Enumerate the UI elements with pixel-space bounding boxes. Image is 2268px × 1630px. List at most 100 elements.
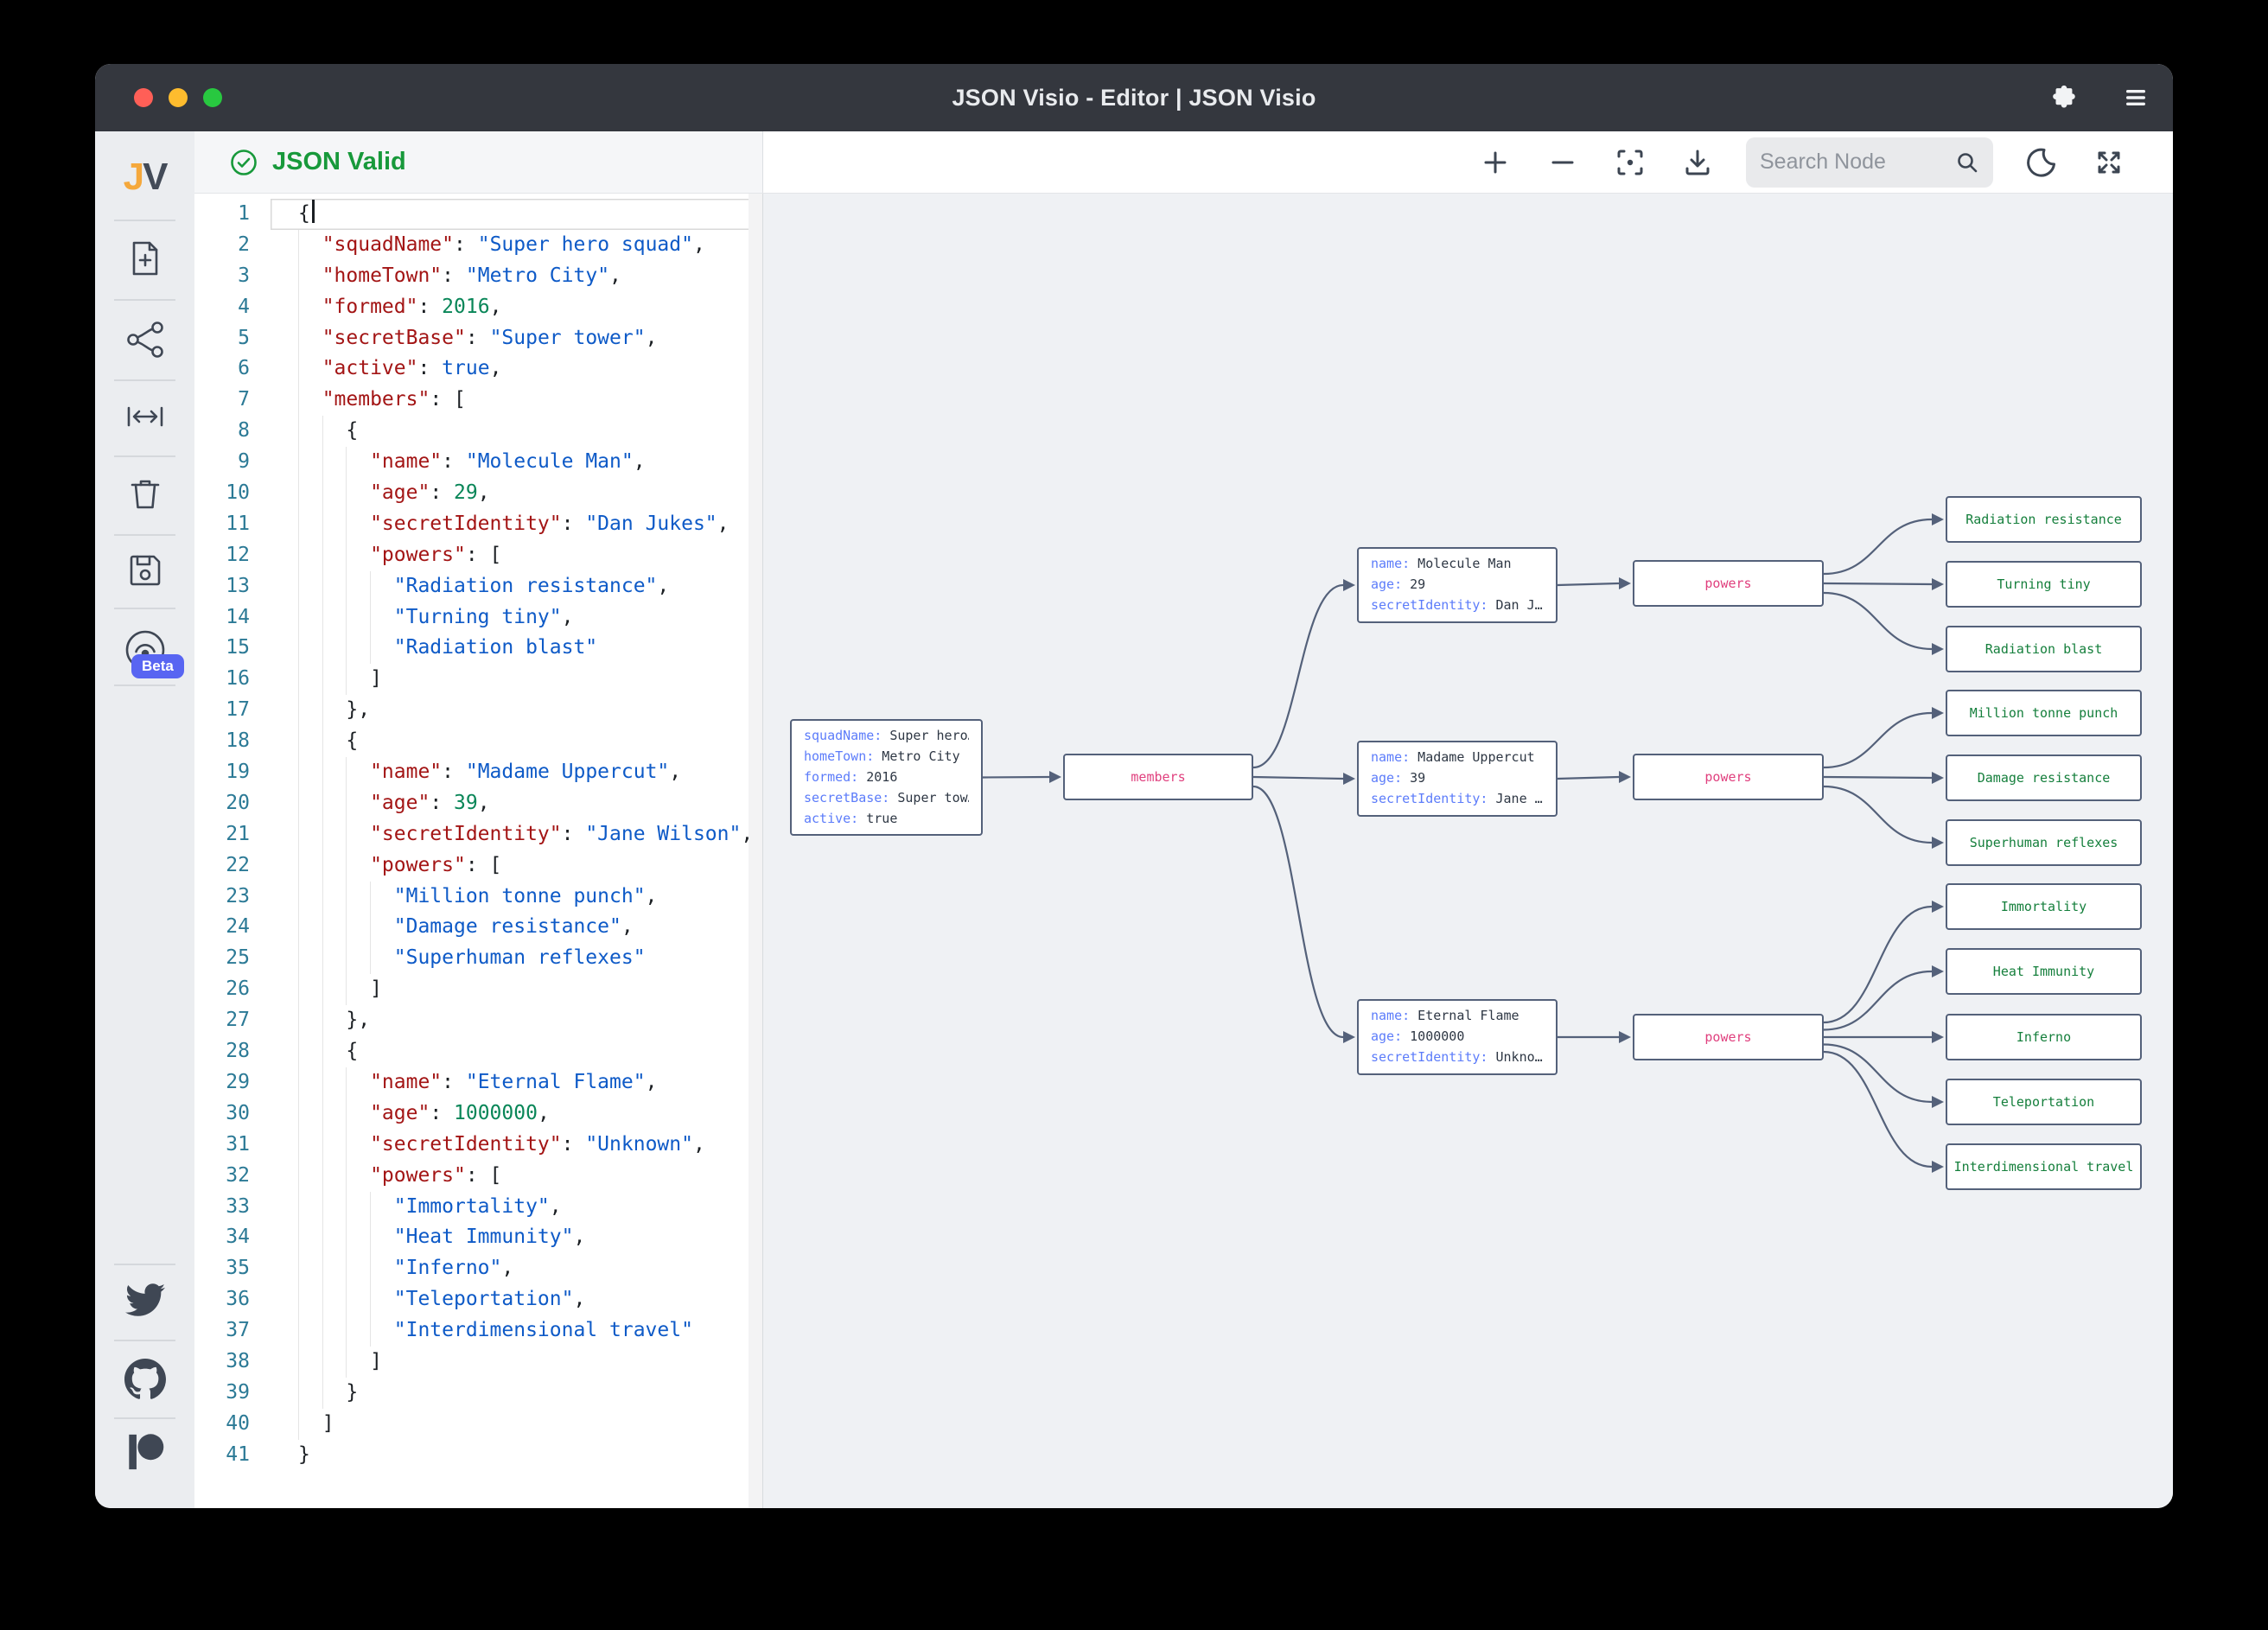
code-line[interactable]: 16] [194, 664, 762, 695]
code-line-text: "powers": [ [271, 540, 762, 571]
code-line[interactable]: 11"secretIdentity": "Dan Jukes", [194, 509, 762, 540]
code-line[interactable]: 17}, [194, 695, 762, 726]
code-line-text: ] [271, 1347, 762, 1378]
code-lines: 1{2"squadName": "Super hero squad",3"hom… [194, 199, 762, 1471]
code-line[interactable]: 36"Teleportation", [194, 1284, 762, 1315]
graph-node-l2[interactable]: Turning tiny [1946, 561, 2142, 608]
fit-width-button[interactable] [95, 398, 194, 436]
code-line[interactable]: 40] [194, 1409, 762, 1440]
beta-badge: Beta [131, 654, 184, 678]
graph-canvas[interactable]: squadName: Super hero…homeTown: Metro Ci… [763, 194, 2173, 1508]
twitter-link[interactable] [95, 1279, 194, 1321]
editor-scrollbar[interactable] [749, 194, 762, 1508]
line-number: 27 [194, 1005, 271, 1036]
code-line[interactable]: 20"age": 39, [194, 788, 762, 819]
zoom-out-button[interactable] [1544, 143, 1582, 181]
new-document-button[interactable] [95, 235, 194, 282]
code-line[interactable]: 9"name": "Molecule Man", [194, 447, 762, 478]
code-line[interactable]: 14"Turning tiny", [194, 602, 762, 634]
code-line[interactable]: 4"formed": 2016, [194, 292, 762, 323]
code-line[interactable]: 24"Damage resistance", [194, 912, 762, 943]
code-line[interactable]: 6"active": true, [194, 353, 762, 385]
graph-node-members[interactable]: members [1063, 754, 1253, 800]
code-line[interactable]: 39} [194, 1378, 762, 1409]
code-line[interactable]: 12"powers": [ [194, 540, 762, 571]
fullscreen-button[interactable] [2090, 143, 2128, 181]
graph-node-p3[interactable]: powers [1633, 1014, 1824, 1060]
json-editor[interactable]: 1{2"squadName": "Super hero squad",3"hom… [194, 194, 763, 1508]
graph-node-l5[interactable]: Damage resistance [1946, 755, 2142, 801]
code-line[interactable]: 26] [194, 974, 762, 1005]
download-button[interactable] [1679, 143, 1717, 181]
code-line-text: "secretIdentity": "Dan Jukes", [271, 509, 762, 540]
graph-node-m1[interactable]: name: Molecule Manage: 29secretIdentity:… [1357, 547, 1558, 623]
search-node-input[interactable] [1760, 150, 1955, 175]
line-number: 24 [194, 912, 271, 943]
code-line[interactable]: 19"name": "Madame Uppercut", [194, 757, 762, 788]
code-line[interactable]: 29"name": "Eternal Flame", [194, 1067, 762, 1098]
graph-view-button[interactable] [95, 316, 194, 363]
toolbar: JSON Valid [194, 131, 2173, 194]
code-line[interactable]: 35"Inferno", [194, 1253, 762, 1284]
app-logo[interactable]: JV [95, 156, 194, 199]
code-line[interactable]: 38] [194, 1347, 762, 1378]
code-line-text: "Heat Immunity", [271, 1222, 762, 1253]
graph-node-l3[interactable]: Radiation blast [1946, 626, 2142, 672]
code-line[interactable]: 1{ [194, 199, 762, 230]
patreon-link[interactable] [95, 1431, 194, 1473]
code-line-text: "name": "Madame Uppercut", [271, 757, 762, 788]
code-line[interactable]: 18{ [194, 726, 762, 757]
line-number: 31 [194, 1130, 271, 1161]
graph-node-l4[interactable]: Million tonne punch [1946, 690, 2142, 736]
graph-node-p1[interactable]: powers [1633, 560, 1824, 607]
code-line[interactable]: 25"Superhuman reflexes" [194, 943, 762, 974]
graph-node-m3[interactable]: name: Eternal Flameage: 1000000secretIde… [1357, 999, 1558, 1075]
code-line[interactable]: 27}, [194, 1005, 762, 1036]
graph-node-l1[interactable]: Radiation resistance [1946, 496, 2142, 543]
github-link[interactable] [95, 1359, 194, 1400]
code-line-text: } [271, 1440, 762, 1471]
graph-node-l7[interactable]: Immortality [1946, 883, 2142, 930]
code-line[interactable]: 3"homeTown": "Metro City", [194, 261, 762, 292]
menu-icon[interactable] [2121, 83, 2150, 112]
extension-puzzle-icon[interactable] [2048, 83, 2078, 112]
delete-button[interactable] [95, 472, 194, 517]
graph-node-root[interactable]: squadName: Super hero…homeTown: Metro Ci… [790, 719, 983, 836]
graph-node-l10[interactable]: Teleportation [1946, 1079, 2142, 1125]
code-line-text: "Interdimensional travel" [271, 1315, 762, 1347]
graph-node-l8[interactable]: Heat Immunity [1946, 948, 2142, 995]
code-line[interactable]: 5"secretBase": "Super tower", [194, 323, 762, 354]
code-line[interactable]: 34"Heat Immunity", [194, 1222, 762, 1253]
code-line[interactable]: 8{ [194, 416, 762, 447]
code-line[interactable]: 7"members": [ [194, 385, 762, 416]
code-line-text: "secretIdentity": "Unknown", [271, 1130, 762, 1161]
code-line[interactable]: 21"secretIdentity": "Jane Wilson", [194, 819, 762, 850]
line-number: 14 [194, 602, 271, 634]
code-line[interactable]: 41} [194, 1440, 762, 1471]
graph-node-l11[interactable]: Interdimensional travel [1946, 1143, 2142, 1190]
line-number: 3 [194, 261, 271, 292]
code-line[interactable]: 37"Interdimensional travel" [194, 1315, 762, 1347]
code-line-text: "powers": [ [271, 850, 762, 882]
graph-node-m2[interactable]: name: Madame Uppercutage: 39secretIdenti… [1357, 741, 1558, 817]
code-line[interactable]: 23"Million tonne punch", [194, 882, 762, 913]
code-line[interactable]: 22"powers": [ [194, 850, 762, 882]
zoom-in-button[interactable] [1476, 143, 1514, 181]
code-line[interactable]: 33"Immortality", [194, 1192, 762, 1223]
twitter-icon [125, 1280, 165, 1320]
code-line[interactable]: 13"Radiation resistance", [194, 571, 762, 602]
code-line[interactable]: 2"squadName": "Super hero squad", [194, 230, 762, 261]
graph-node-l6[interactable]: Superhuman reflexes [1946, 819, 2142, 866]
dark-mode-button[interactable] [2023, 143, 2061, 181]
code-line[interactable]: 15"Radiation blast" [194, 633, 762, 664]
code-line[interactable]: 30"age": 1000000, [194, 1098, 762, 1130]
graph-node-l9[interactable]: Inferno [1946, 1014, 2142, 1060]
line-number: 20 [194, 788, 271, 819]
code-line[interactable]: 32"powers": [ [194, 1161, 762, 1192]
graph-node-p2[interactable]: powers [1633, 754, 1824, 800]
code-line[interactable]: 10"age": 29, [194, 478, 762, 509]
code-line[interactable]: 31"secretIdentity": "Unknown", [194, 1130, 762, 1161]
center-focus-button[interactable] [1611, 143, 1649, 181]
code-line[interactable]: 28{ [194, 1036, 762, 1067]
save-button[interactable] [95, 548, 194, 593]
